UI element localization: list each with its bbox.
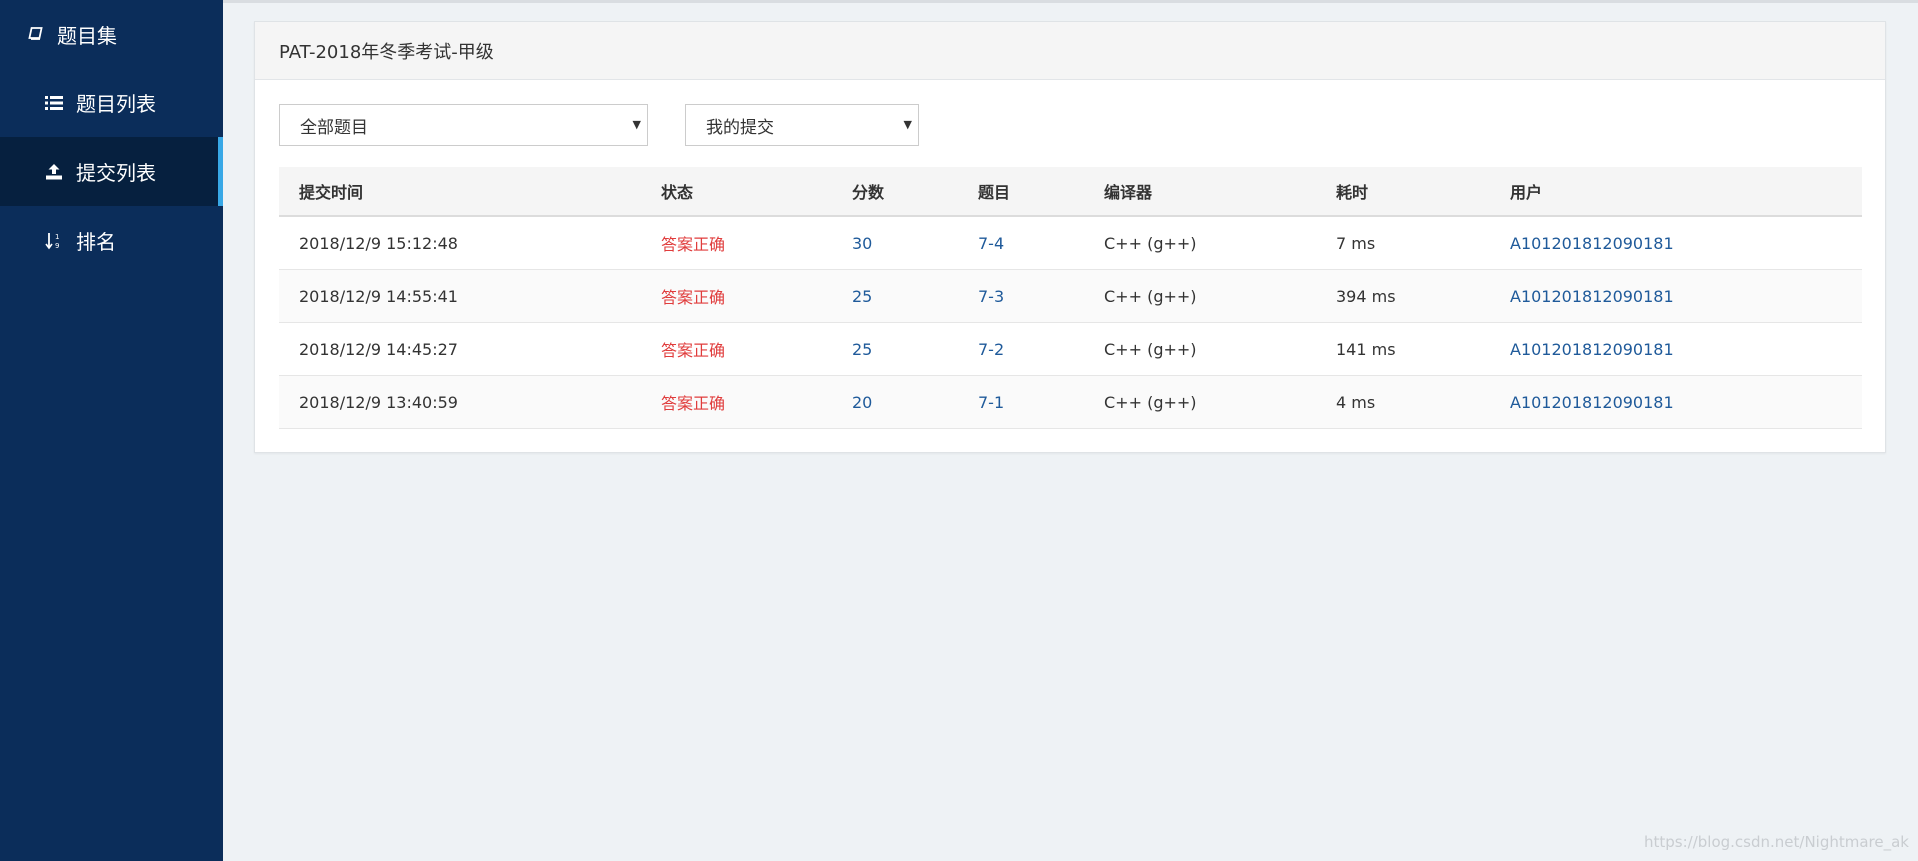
problem-link[interactable]: 7-3 <box>958 269 1084 323</box>
duration: 4 ms <box>1316 375 1490 429</box>
submission-panel: PAT-2018年冬季考试-甲级 全部题目 ▼ 我的提交 ▼ 提交时间 状态 分… <box>254 21 1886 453</box>
compiler: C++ (g++) <box>1084 216 1316 270</box>
user-link[interactable]: A101201812090181 <box>1490 269 1862 323</box>
sidebar-item-label: 提交列表 <box>76 161 156 185</box>
col-header-user[interactable]: 用户 <box>1490 167 1862 217</box>
caret-down-icon: ▼ <box>632 118 641 131</box>
problem-link[interactable]: 7-4 <box>958 216 1084 270</box>
score-link[interactable]: 30 <box>832 216 958 270</box>
table-row: 2018/12/9 13:40:59 答案正确 20 7-1 C++ (g++)… <box>279 375 1862 429</box>
status-link[interactable]: 答案正确 <box>641 375 832 429</box>
submit-time: 2018/12/9 14:55:41 <box>279 269 641 323</box>
status-link[interactable]: 答案正确 <box>641 216 832 270</box>
score-link[interactable]: 25 <box>832 269 958 323</box>
submit-time: 2018/12/9 13:40:59 <box>279 375 641 429</box>
submission-filter-select[interactable]: 我的提交 ▼ <box>685 104 919 146</box>
problem-filter-value: 全部题目 <box>300 117 368 138</box>
caret-down-icon: ▼ <box>903 118 912 131</box>
svg-text:1: 1 <box>55 233 59 241</box>
col-header-duration[interactable]: 耗时 <box>1316 167 1490 217</box>
problem-link[interactable]: 7-2 <box>958 322 1084 376</box>
status-link[interactable]: 答案正确 <box>641 322 832 376</box>
user-link[interactable]: A101201812090181 <box>1490 375 1862 429</box>
user-link[interactable]: A101201812090181 <box>1490 216 1862 270</box>
table-row: 2018/12/9 14:45:27 答案正确 25 7-2 C++ (g++)… <box>279 322 1862 376</box>
table-row: 2018/12/9 15:12:48 答案正确 30 7-4 C++ (g++)… <box>279 216 1862 270</box>
upload-icon <box>44 163 64 180</box>
svg-text:9: 9 <box>55 242 59 250</box>
col-header-time[interactable]: 提交时间 <box>279 167 641 217</box>
table-row: 2018/12/9 14:55:41 答案正确 25 7-3 C++ (g++)… <box>279 269 1862 323</box>
sidebar: 题目集 题目列表 提交列表 1 9 排名 <box>0 0 223 861</box>
duration: 394 ms <box>1316 269 1490 323</box>
problem-link[interactable]: 7-1 <box>958 375 1084 429</box>
user-link[interactable]: A101201812090181 <box>1490 322 1862 376</box>
sidebar-title[interactable]: 题目集 <box>0 0 223 68</box>
duration: 7 ms <box>1316 216 1490 270</box>
submit-time: 2018/12/9 15:12:48 <box>279 216 641 270</box>
score-link[interactable]: 25 <box>832 322 958 376</box>
sidebar-item-label: 排名 <box>76 230 116 254</box>
compiler: C++ (g++) <box>1084 322 1316 376</box>
submissions-table: 提交时间 状态 分数 题目 编译器 耗时 用户 2018/12/9 15:12:… <box>279 167 1862 429</box>
score-link[interactable]: 20 <box>832 375 958 429</box>
sidebar-item-ranking[interactable]: 1 9 排名 <box>0 206 223 275</box>
submission-filter-value: 我的提交 <box>706 117 774 138</box>
col-header-status[interactable]: 状态 <box>641 167 832 217</box>
top-border <box>0 0 1918 3</box>
book-icon <box>27 26 45 42</box>
table-header-row: 提交时间 状态 分数 题目 编译器 耗时 用户 <box>279 167 1862 217</box>
sort-numeric-icon: 1 9 <box>44 232 64 250</box>
compiler: C++ (g++) <box>1084 269 1316 323</box>
list-icon <box>44 95 64 110</box>
duration: 141 ms <box>1316 322 1490 376</box>
submit-time: 2018/12/9 14:45:27 <box>279 322 641 376</box>
col-header-problem[interactable]: 题目 <box>958 167 1084 217</box>
filters: 全部题目 ▼ 我的提交 ▼ <box>279 104 919 146</box>
sidebar-item-problem-list[interactable]: 题目列表 <box>0 68 223 137</box>
sidebar-item-submission-list[interactable]: 提交列表 <box>0 137 223 206</box>
panel-title: PAT-2018年冬季考试-甲级 <box>255 22 1885 80</box>
sidebar-title-label: 题目集 <box>57 23 117 48</box>
sidebar-item-label: 题目列表 <box>76 92 156 116</box>
problem-filter-select[interactable]: 全部题目 ▼ <box>279 104 648 146</box>
status-link[interactable]: 答案正确 <box>641 269 832 323</box>
col-header-score[interactable]: 分数 <box>832 167 958 217</box>
compiler: C++ (g++) <box>1084 375 1316 429</box>
watermark: https://blog.csdn.net/Nightmare_ak <box>1644 833 1909 851</box>
col-header-compiler[interactable]: 编译器 <box>1084 167 1316 217</box>
